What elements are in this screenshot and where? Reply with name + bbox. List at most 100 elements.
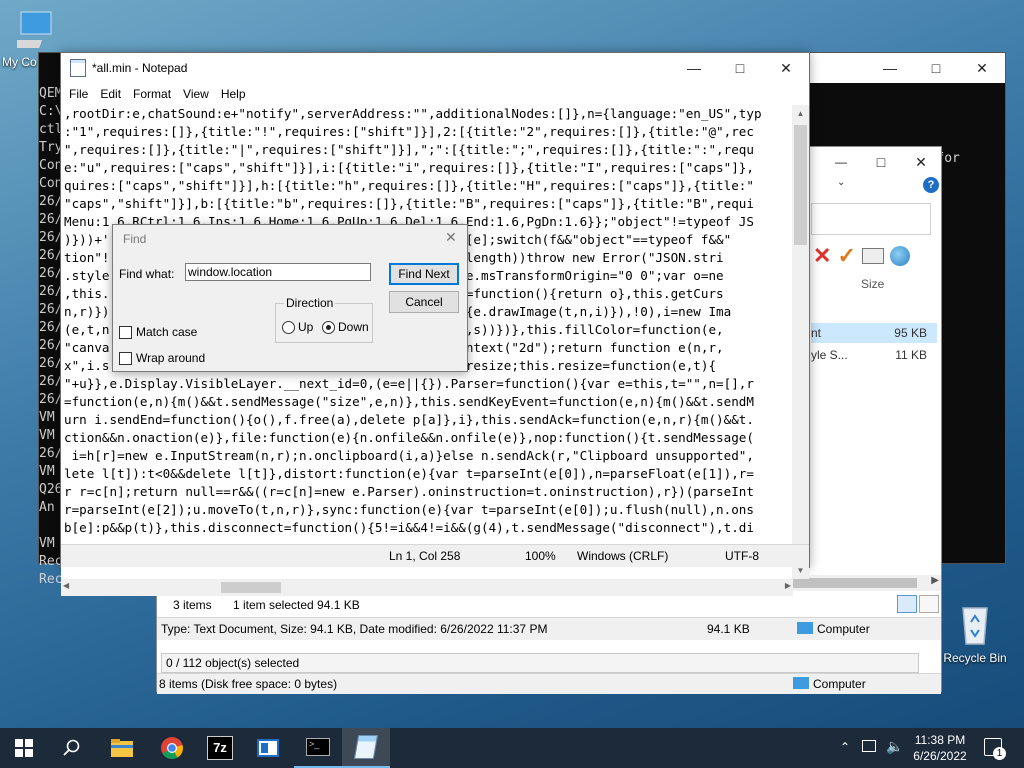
taskbar-file-explorer[interactable] bbox=[98, 728, 146, 768]
explorer-titlebar-buttons: — □ ✕ bbox=[811, 147, 941, 175]
network-icon[interactable] bbox=[862, 740, 876, 752]
console-line: Con bbox=[39, 176, 63, 191]
wrap-around-label: Wrap around bbox=[136, 351, 206, 365]
delete-icon[interactable]: ✕ bbox=[813, 243, 831, 269]
taskbar-chrome[interactable] bbox=[148, 728, 196, 768]
clock-time[interactable]: 11:38 PM bbox=[912, 733, 968, 747]
console-line: 26/ bbox=[39, 374, 63, 389]
file-name: yle S... bbox=[811, 348, 848, 362]
editor-line: :"1",requires:[]},{title:"!",requires:["… bbox=[64, 124, 754, 139]
editor-line: b[e]:p&&p(t)},this.disconnect=function()… bbox=[64, 520, 754, 535]
editor-line: "+u}},e.Display.VisibleLayer.__next_id=0… bbox=[64, 376, 754, 391]
menu-edit[interactable]: Edit bbox=[94, 87, 127, 101]
direction-down-radio[interactable]: Down bbox=[322, 320, 369, 335]
tray-chevron-icon[interactable]: ⌃ bbox=[840, 740, 850, 754]
taskbar-console[interactable]: >_ bbox=[294, 728, 342, 768]
menu-view[interactable]: View bbox=[177, 87, 215, 101]
maximize-icon[interactable]: □ bbox=[861, 147, 901, 177]
find-what-input[interactable] bbox=[185, 263, 371, 281]
editor-line: urn i.sendEnd=function(){o(),f.free(a),d… bbox=[64, 412, 754, 427]
wrap-around-checkbox[interactable]: Wrap around bbox=[119, 351, 206, 366]
keyboard-icon[interactable] bbox=[861, 248, 884, 264]
volume-icon[interactable]: 🔈 bbox=[886, 738, 903, 755]
file-row[interactable]: yle S... 11 KB bbox=[811, 345, 937, 365]
desktop-recycle-bin[interactable]: Recycle Bin bbox=[940, 600, 1010, 665]
objects-selected: 0 / 112 object(s) selected bbox=[166, 656, 300, 670]
notepad-app-icon bbox=[70, 59, 86, 77]
column-header-size[interactable]: Size bbox=[861, 277, 884, 291]
menu-file[interactable]: File bbox=[63, 87, 94, 101]
notification-icon[interactable]: 1 bbox=[984, 738, 1006, 760]
console-line: 26/ bbox=[39, 356, 63, 371]
taskbar-7zip[interactable]: 7z bbox=[196, 728, 244, 768]
status-bar: Ln 1, Col 258 100% Windows (CRLF) UTF-8 bbox=[61, 544, 809, 567]
direction-up-radio[interactable]: Up bbox=[282, 320, 314, 335]
console-line: VM bbox=[39, 428, 55, 443]
start-button[interactable] bbox=[0, 728, 48, 768]
globe-icon[interactable] bbox=[889, 246, 910, 266]
minimize-icon[interactable]: — bbox=[671, 53, 717, 83]
cursor-position: Ln 1, Col 258 bbox=[389, 549, 461, 563]
taskbar-app-window[interactable] bbox=[244, 728, 292, 768]
close-icon[interactable]: ✕ bbox=[763, 53, 809, 83]
console-titlebar[interactable]: — □ ✕ bbox=[789, 53, 1005, 83]
minimize-icon[interactable]: — bbox=[821, 147, 861, 177]
computer-icon bbox=[797, 622, 813, 634]
console-line: Rec bbox=[39, 554, 63, 569]
console-line: An bbox=[39, 500, 55, 515]
maximize-icon[interactable]: □ bbox=[717, 53, 763, 83]
details-view-icon[interactable] bbox=[897, 595, 917, 613]
scroll-up-icon[interactable]: ▲ bbox=[792, 105, 809, 122]
match-case-checkbox[interactable]: Match case bbox=[119, 325, 198, 340]
close-icon[interactable]: ✕ bbox=[445, 229, 457, 246]
editor-line: "caps","shift"]}],b:[{title:"b",requires… bbox=[64, 196, 754, 211]
items-count: 3 items bbox=[173, 598, 212, 612]
clock-date[interactable]: 6/26/2022 bbox=[908, 749, 972, 763]
cancel-button[interactable]: Cancel bbox=[389, 291, 459, 313]
direction-label: Direction bbox=[284, 296, 336, 310]
console-line: 26/ bbox=[39, 266, 63, 281]
scroll-right-icon[interactable]: ▶ bbox=[785, 581, 791, 590]
find-dialog-title: Find bbox=[123, 232, 147, 246]
scroll-right-icon[interactable]: ▶ bbox=[931, 575, 939, 586]
scroll-left-icon[interactable]: ◀ bbox=[63, 581, 69, 590]
close-icon[interactable]: ✕ bbox=[901, 147, 941, 177]
scroll-thumb[interactable] bbox=[221, 582, 281, 593]
console-line: 26/ bbox=[39, 320, 63, 335]
minimize-icon[interactable]: — bbox=[867, 53, 913, 83]
encoding: UTF-8 bbox=[725, 549, 759, 563]
direction-down-label: Down bbox=[338, 320, 369, 334]
find-dialog[interactable]: Find ✕ Find what: Find Next Cancel Direc… bbox=[112, 224, 468, 372]
notepad-titlebar[interactable]: *all.min - Notepad — □ ✕ bbox=[61, 53, 809, 83]
console-line: 26/ bbox=[39, 284, 63, 299]
direction-group: Direction Up Down bbox=[275, 296, 373, 343]
address-box[interactable] bbox=[811, 203, 931, 235]
checkbox-icon bbox=[119, 352, 132, 366]
console-line: C:\ bbox=[39, 104, 63, 119]
file-row-selected[interactable]: nt 95 KB bbox=[811, 323, 937, 343]
taskbar-notepad[interactable] bbox=[342, 728, 390, 768]
menu-format[interactable]: Format bbox=[127, 87, 177, 101]
dropdown-chevron-icon[interactable]: ⌄ bbox=[837, 177, 845, 188]
editor-line: lete l[t]):t<0&&delete l[t]},distort:fun… bbox=[64, 466, 754, 481]
direction-up-label: Up bbox=[298, 320, 314, 334]
tiles-view-icon[interactable] bbox=[919, 595, 939, 613]
objects-bar: 0 / 112 object(s) selected bbox=[161, 653, 919, 673]
match-case-label: Match case bbox=[136, 325, 198, 339]
check-icon[interactable]: ✓ bbox=[837, 243, 855, 269]
editor-hscrollbar[interactable]: ◀ ▶ bbox=[61, 579, 793, 596]
help-icon[interactable]: ? bbox=[923, 177, 939, 193]
scroll-thumb[interactable] bbox=[794, 125, 807, 245]
disk-location: Computer bbox=[813, 677, 866, 691]
menu-help[interactable]: Help bbox=[215, 87, 252, 101]
find-next-button[interactable]: Find Next bbox=[389, 263, 459, 285]
search-button[interactable] bbox=[48, 728, 96, 768]
editor-vscrollbar[interactable]: ▲ ▼ bbox=[792, 105, 809, 579]
maximize-icon[interactable]: □ bbox=[913, 53, 959, 83]
disk-bar: 8 items (Disk free space: 0 bytes) Compu… bbox=[157, 673, 941, 694]
computer-icon bbox=[793, 677, 809, 689]
console-line: 26/ bbox=[39, 194, 63, 209]
close-icon[interactable]: ✕ bbox=[959, 53, 1005, 83]
console-line: VM bbox=[39, 410, 55, 425]
console-line: Con bbox=[39, 158, 63, 173]
